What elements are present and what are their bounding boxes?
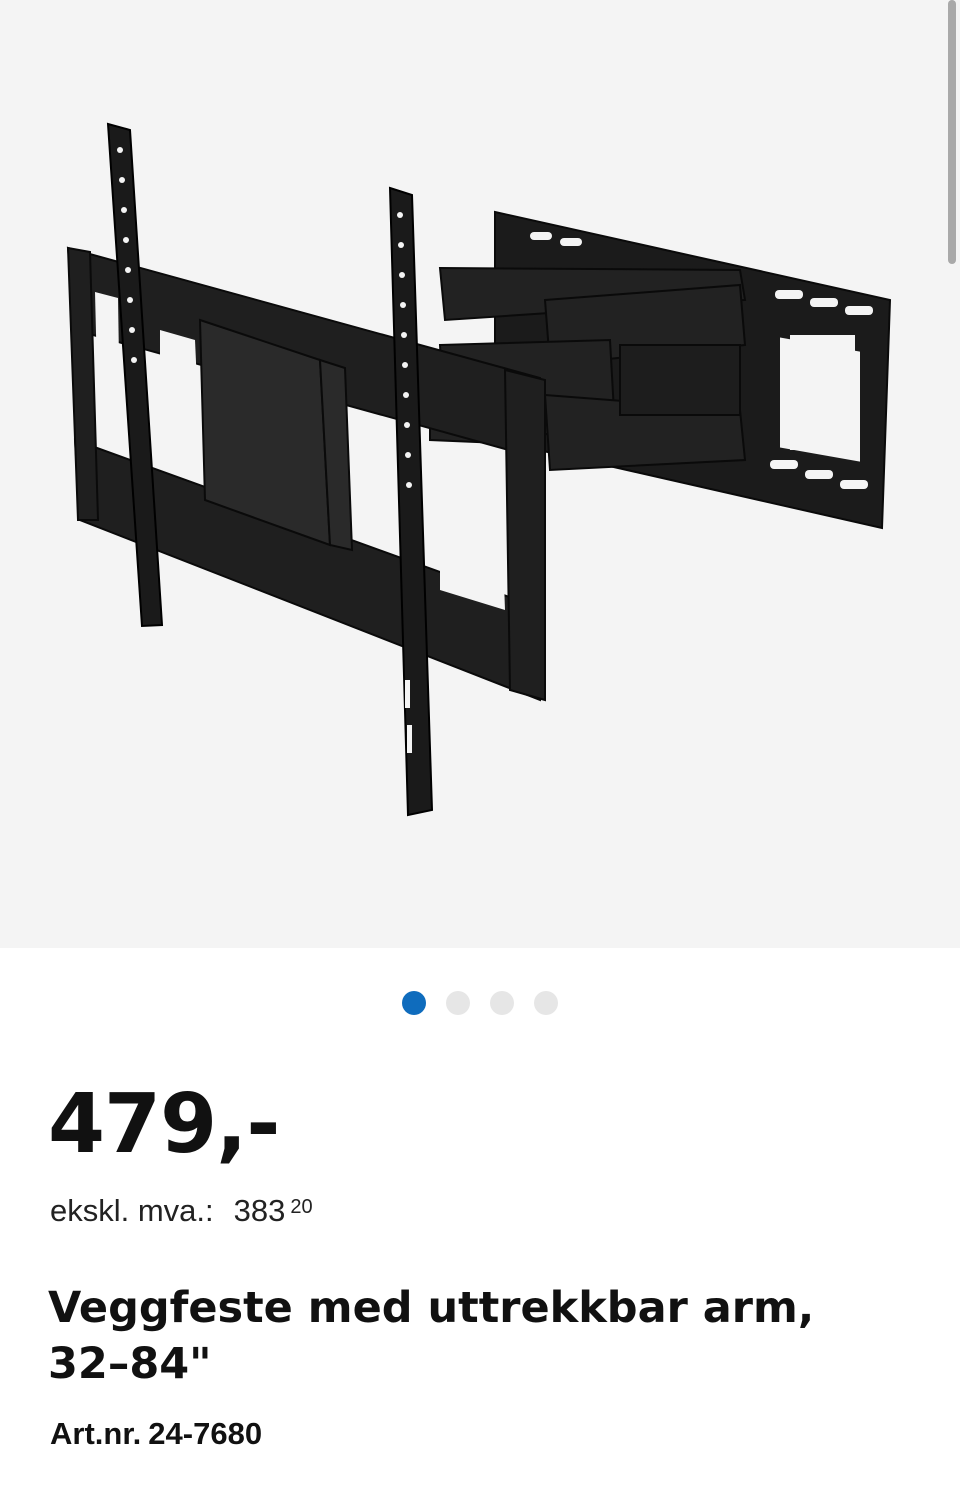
carousel-dot-4[interactable] [534, 991, 558, 1015]
price: 479,- [48, 1077, 280, 1172]
carousel-dot-3[interactable] [490, 991, 514, 1015]
tv-wall-mount-image [66, 122, 892, 817]
product-page: 479,- ekskl. mva.: 383 20 Veggfeste med … [0, 0, 960, 1489]
article-number: Art.nr. 24-7680 [50, 1418, 262, 1449]
carousel-dot-1[interactable] [402, 991, 426, 1015]
image-carousel-indicators [0, 991, 960, 1015]
ex-vat-label: ekskl. mva.: [50, 1193, 214, 1228]
product-title: Veggfeste med uttrekkbar arm, 32–84" [48, 1283, 815, 1389]
scrollbar[interactable] [948, 0, 956, 264]
ex-vat-cents: 20 [290, 1196, 313, 1218]
price-ex-vat: ekskl. mva.: 383 20 [50, 1195, 313, 1226]
article-number-value: 24-7680 [148, 1416, 263, 1451]
carousel-dot-2[interactable] [446, 991, 470, 1015]
product-image-area[interactable] [0, 0, 960, 948]
article-number-label: Art.nr. [50, 1416, 142, 1451]
ex-vat-value: 383 [233, 1193, 286, 1228]
